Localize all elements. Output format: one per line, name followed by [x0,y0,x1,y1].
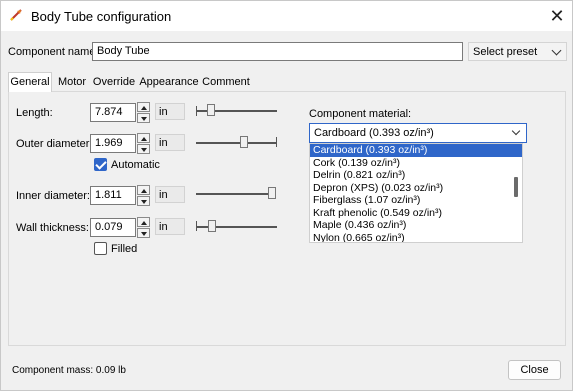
outer-diameter-label: Outer diameter: [16,138,93,150]
length-label: Length: [16,107,53,119]
material-option[interactable]: Nylon (0.665 oz/in³) [310,232,522,243]
outer-diameter-slider-thumb[interactable] [240,136,248,148]
wall-thickness-spinner[interactable] [137,217,150,238]
inner-diameter-input[interactable]: 1.811 [90,186,136,205]
material-option[interactable]: Cork (0.139 oz/in³) [310,157,522,170]
component-name-input[interactable]: Body Tube [92,42,463,61]
spinner-up-icon[interactable] [137,102,150,112]
length-input[interactable]: 7.874 [90,103,136,122]
spinner-down-icon[interactable] [137,196,150,206]
window-title: Body Tube configuration [31,9,172,24]
outer-diameter-unit[interactable]: in [155,134,185,151]
inner-diameter-label: Inner diameter: [16,190,90,202]
outer-diameter-input[interactable]: 1.969 [90,134,136,153]
filled-checkbox[interactable] [94,242,107,255]
wall-thickness-label: Wall thickness: [16,222,89,234]
close-button[interactable]: Close [508,360,561,380]
length-slider-thumb[interactable] [207,104,215,116]
spinner-down-icon[interactable] [137,144,150,154]
dialog-window: Body Tube configuration ✕ Component name… [0,0,573,391]
material-option[interactable]: Delrin (0.821 oz/in³) [310,169,522,182]
component-mass-text: Component mass: 0.09 lb [12,365,126,376]
select-preset-label: Select preset [473,46,538,58]
inner-diameter-slider-thumb[interactable] [268,187,276,199]
material-selected-value: Cardboard (0.393 oz/in³) [314,127,434,139]
inner-diameter-spinner[interactable] [137,185,150,206]
tab-motor[interactable]: Motor [55,73,89,92]
spinner-up-icon[interactable] [137,133,150,143]
length-spinner[interactable] [137,102,150,123]
wall-thickness-unit[interactable]: in [155,218,185,235]
material-option[interactable]: Fiberglass (1.07 oz/in³) [310,194,522,207]
spinner-up-icon[interactable] [137,185,150,195]
material-option[interactable]: Cardboard (0.393 oz/in³) [310,144,522,157]
inner-diameter-unit[interactable]: in [155,186,185,203]
select-preset-dropdown[interactable]: Select preset [468,42,567,61]
spinner-up-icon[interactable] [137,217,150,227]
close-icon[interactable]: ✕ [547,6,567,26]
wall-thickness-input[interactable]: 0.079 [90,218,136,237]
material-option[interactable]: Depron (XPS) (0.023 oz/in³) [310,182,522,195]
material-option[interactable]: Kraft phenolic (0.549 oz/in³) [310,207,522,220]
automatic-label: Automatic [111,159,160,171]
material-list-scrollbar[interactable] [514,177,518,197]
material-options-list[interactable]: Cardboard (0.393 oz/in³) Cork (0.139 oz/… [309,143,523,243]
material-option[interactable]: Maple (0.436 oz/in³) [310,219,522,232]
component-name-label: Component name: [8,46,99,58]
automatic-checkbox[interactable] [94,158,107,171]
chevron-down-icon [551,45,562,56]
tab-comment[interactable]: Comment [202,73,250,92]
tab-override[interactable]: Override [92,73,136,92]
filled-label: Filled [111,243,138,255]
material-dropdown[interactable]: Cardboard (0.393 oz/in³) [309,123,527,143]
spinner-down-icon[interactable] [137,113,150,123]
title-bar: Body Tube configuration ✕ [1,1,572,31]
rocket-icon [10,9,22,21]
length-unit[interactable]: in [155,103,185,120]
chevron-down-icon [511,126,521,136]
outer-diameter-spinner[interactable] [137,133,150,154]
spinner-down-icon[interactable] [137,228,150,238]
tab-general[interactable]: General [8,72,52,92]
component-material-label: Component material: [309,108,412,120]
tab-appearance[interactable]: Appearance [139,73,199,92]
wall-thickness-slider-thumb[interactable] [208,220,216,232]
